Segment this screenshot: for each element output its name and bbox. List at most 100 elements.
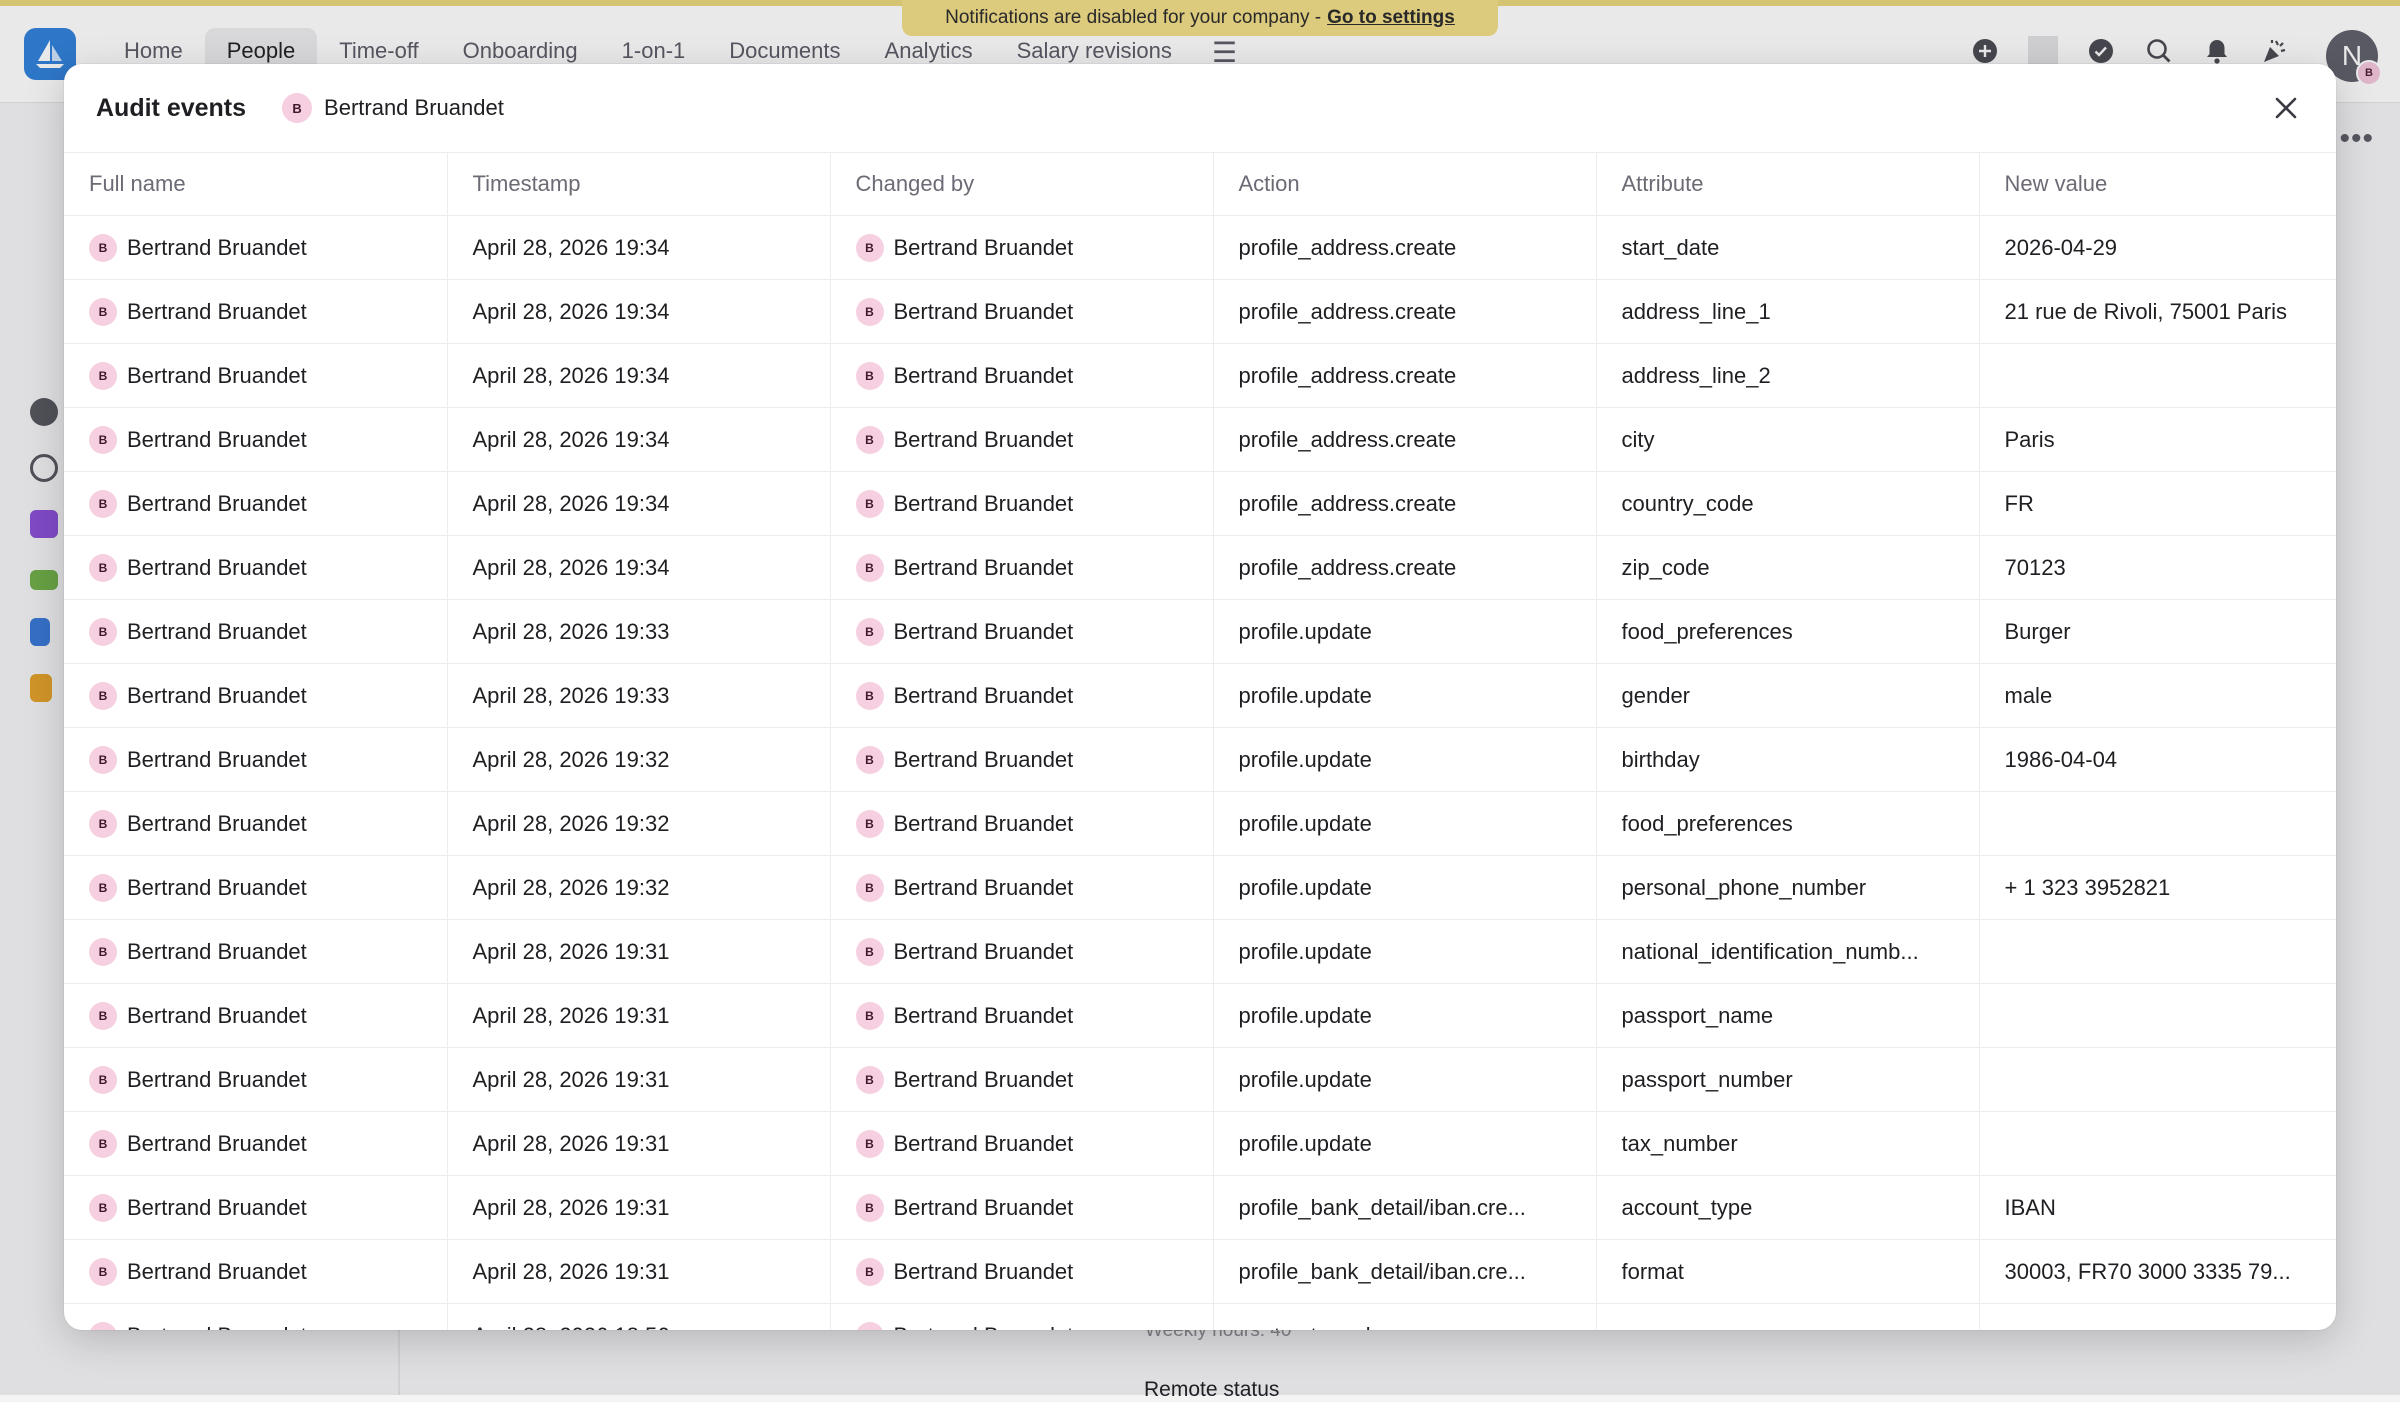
cell-changed-by: B Bertrand Bruandet [830, 1239, 1214, 1304]
cell-attribute: account_type [1596, 1175, 1980, 1240]
table-row[interactable]: B Bertrand Bruandet April 28, 2026 19:31… [64, 983, 2336, 1048]
person-chip: B Bertrand Bruandet [855, 489, 1213, 518]
table-row[interactable]: B Bertrand Bruandet April 28, 2026 19:31… [64, 919, 2336, 984]
table-row[interactable]: B Bertrand Bruandet April 28, 2026 19:34… [64, 215, 2336, 280]
cell-new-value [1979, 919, 2336, 984]
changed-by-text: Bertrand Bruandet [894, 1323, 1074, 1331]
column-header-action[interactable]: Action [1213, 153, 1597, 216]
table-row[interactable]: B Bertrand Bruandet April 28, 2026 19:31… [64, 1239, 2336, 1304]
table-row[interactable]: B Bertrand Bruandet April 28, 2026 19:33… [64, 599, 2336, 664]
full-name-text: Bertrand Bruandet [127, 810, 307, 836]
table-row[interactable]: B Bertrand Bruandet April 28, 2026 19:32… [64, 727, 2336, 792]
person-chip: B Bertrand Bruandet [855, 361, 1213, 390]
avatar: B [855, 937, 884, 966]
close-button[interactable] [2268, 90, 2304, 126]
avatar: B [855, 233, 884, 262]
column-header-changed-by[interactable]: Changed by [830, 153, 1214, 216]
cell-attribute [1596, 1303, 1980, 1330]
avatar: B [855, 1257, 884, 1286]
table-row[interactable]: B Bertrand Bruandet April 28, 2026 19:32… [64, 855, 2336, 920]
cell-action: profile.update [1213, 791, 1597, 856]
avatar: B [855, 1129, 884, 1158]
cell-action: profile.update [1213, 663, 1597, 728]
person-chip: B Bertrand Bruandet [89, 617, 446, 646]
cell-full-name: B Bertrand Bruandet [64, 663, 448, 728]
cell-full-name: B Bertrand Bruandet [64, 599, 448, 664]
avatar: B [89, 1065, 117, 1094]
avatar: B [855, 745, 884, 774]
person-chip: B Bertrand Bruandet [855, 233, 1213, 262]
full-name-text: Bertrand Bruandet [127, 1130, 307, 1156]
table-row[interactable]: B Bertrand Bruandet April 28, 2026 19:31… [64, 1111, 2336, 1176]
cell-changed-by: B Bertrand Bruandet [830, 599, 1214, 664]
person-chip: B Bertrand Bruandet [855, 1193, 1213, 1222]
cell-attribute: birthday [1596, 727, 1980, 792]
avatar: B [89, 361, 117, 390]
person-chip: B Bertrand Bruandet [89, 1257, 446, 1286]
avatar: B [89, 937, 117, 966]
cell-attribute: city [1596, 407, 1980, 472]
person-chip: B Bertrand Bruandet [89, 1065, 446, 1094]
avatar: B [855, 553, 884, 582]
modal-header: Audit events B Bertrand Bruandet [64, 64, 2336, 153]
cell-changed-by: B Bertrand Bruandet [830, 279, 1214, 344]
modal-subject: B Bertrand Bruandet [282, 93, 504, 123]
full-name-text: Bertrand Bruandet [127, 1258, 307, 1284]
cell-attribute: national_identification_numb... [1596, 919, 1980, 984]
column-header-attribute[interactable]: Attribute [1596, 153, 1980, 216]
person-chip: B Bertrand Bruandet [89, 1001, 446, 1030]
full-name-text: Bertrand Bruandet [127, 490, 307, 516]
table-row[interactable]: B Bertrand Bruandet April 28, 2026 19:34… [64, 343, 2336, 408]
table-row[interactable]: B Bertrand Bruandet April 28, 2026 19:34… [64, 535, 2336, 600]
cell-timestamp: April 28, 2026 19:34 [447, 279, 831, 344]
avatar: B [89, 681, 117, 710]
changed-by-text: Bertrand Bruandet [893, 490, 1074, 516]
column-header-new-value[interactable]: New value [1979, 153, 2336, 216]
cell-timestamp: April 28, 2026 19:31 [447, 919, 831, 984]
cell-new-value [1979, 1047, 2336, 1112]
full-name-text: Bertrand Bruandet [127, 682, 307, 708]
table-row[interactable]: B Bertrand Bruandet April 28, 2026 19:34… [64, 407, 2336, 472]
cell-timestamp: April 28, 2026 19:31 [447, 983, 831, 1048]
table-row[interactable]: B Bertrand Bruandet April 28, 2026 18:56… [64, 1303, 2336, 1331]
cell-new-value: 21 rue de Rivoli, 75001 Paris [1979, 279, 2336, 344]
person-chip: B Bertrand Bruandet [89, 297, 446, 326]
changed-by-text: Bertrand Bruandet [893, 234, 1074, 260]
column-header-full-name[interactable]: Full name [64, 153, 448, 216]
full-name-text: Bertrand Bruandet [127, 1323, 307, 1331]
cell-attribute: passport_name [1596, 983, 1980, 1048]
cell-full-name: B Bertrand Bruandet [64, 983, 448, 1048]
person-chip: B Bertrand Bruandet [855, 1257, 1213, 1286]
cell-new-value: + 1 323 3952821 [1979, 855, 2336, 920]
changed-by-text: Bertrand Bruandet [893, 426, 1074, 452]
full-name-text: Bertrand Bruandet [127, 298, 307, 324]
column-header-timestamp[interactable]: Timestamp [447, 153, 831, 216]
cell-new-value [1979, 791, 2336, 856]
avatar: B [89, 1001, 117, 1030]
table-row[interactable]: B Bertrand Bruandet April 28, 2026 19:34… [64, 471, 2336, 536]
cell-attribute: personal_phone_number [1596, 855, 1980, 920]
cell-changed-by: B Bertrand Bruandet [830, 407, 1214, 472]
avatar: B [855, 809, 884, 838]
avatar: B [282, 93, 313, 123]
person-chip: B Bertrand Bruandet [89, 425, 446, 454]
cell-changed-by: B Bertrand Bruandet [830, 663, 1214, 728]
full-name-text: Bertrand Bruandet [127, 874, 307, 900]
person-chip: B Bertrand Bruandet [855, 681, 1213, 710]
table-row[interactable]: B Bertrand Bruandet April 28, 2026 19:31… [64, 1047, 2336, 1112]
avatar: B [89, 1193, 117, 1222]
audit-events-table: Full name Timestamp Changed by Action At… [64, 153, 2336, 1330]
cell-action: profile_address.create [1213, 407, 1597, 472]
cell-attribute: tax_number [1596, 1111, 1980, 1176]
person-chip: B Bertrand Bruandet [855, 1129, 1213, 1158]
table-row[interactable]: B Bertrand Bruandet April 28, 2026 19:31… [64, 1175, 2336, 1240]
full-name-text: Bertrand Bruandet [127, 554, 307, 580]
avatar: B [855, 681, 884, 710]
table-row[interactable]: B Bertrand Bruandet April 28, 2026 19:34… [64, 279, 2336, 344]
table-row[interactable]: B Bertrand Bruandet April 28, 2026 19:32… [64, 791, 2336, 856]
changed-by-text: Bertrand Bruandet [893, 618, 1074, 644]
cell-timestamp: April 28, 2026 19:32 [447, 855, 831, 920]
cell-action: profile_address.create [1213, 535, 1597, 600]
table-row[interactable]: B Bertrand Bruandet April 28, 2026 19:33… [64, 663, 2336, 728]
cell-new-value: 70123 [1979, 535, 2336, 600]
